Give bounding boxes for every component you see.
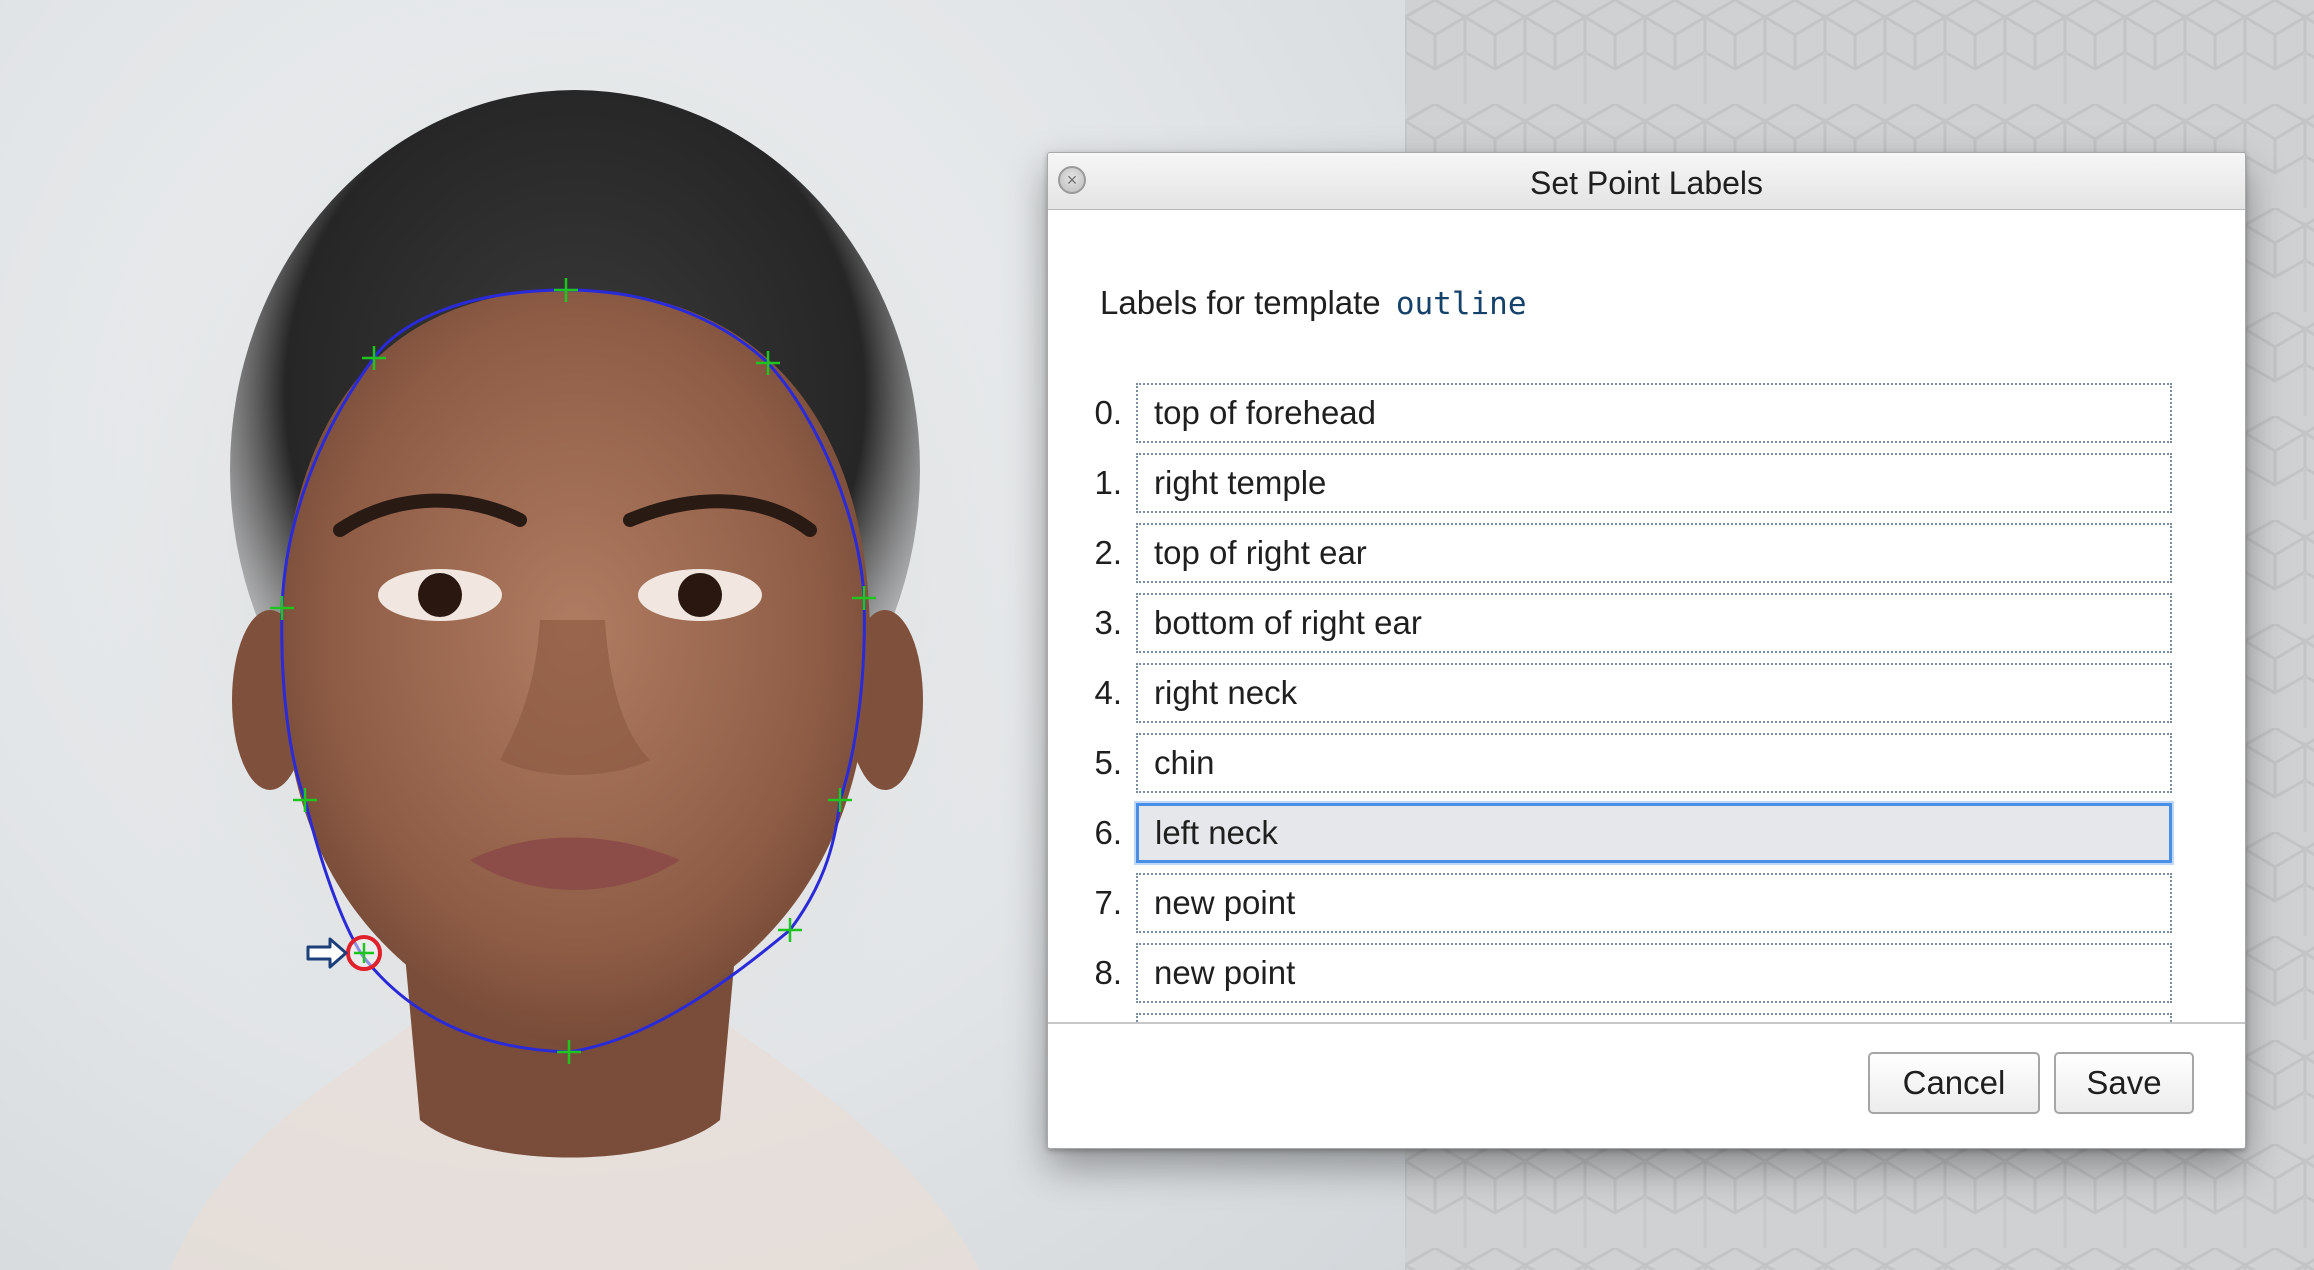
close-icon[interactable]: × [1058,166,1086,194]
label-input[interactable] [1136,383,2172,443]
labels-list[interactable]: 0. 1. 2. 3. 4. 5. [1084,378,2214,1023]
label-index: 7. [1094,884,1122,921]
label-index: 2. [1094,534,1122,571]
label-input[interactable] [1136,593,2172,653]
dialog-title: Set Point Labels [1529,164,1764,201]
label-input[interactable] [1136,873,2172,933]
template-name: outline [1395,286,1527,322]
set-point-labels-dialog: × Set Point Labels Labels for template o… [1047,152,2246,1149]
label-input[interactable] [1136,453,2172,513]
label-row: 2. [1084,518,2214,588]
label-row: 7. [1084,868,2214,938]
labels-heading: Labels for template outline [1100,284,2175,322]
label-index: 8. [1094,954,1122,991]
label-row: 8. [1084,938,2214,1008]
label-index: 4. [1094,674,1122,711]
heading-text: Labels for template [1100,284,1381,321]
app-window: × Set Point Labels Labels for template o… [0,0,2314,1270]
label-row-partial [1084,1008,2214,1023]
label-index: 5. [1094,744,1122,781]
label-input[interactable] [1136,733,2172,793]
dialog-body: Labels for template outline [1048,284,2245,322]
label-input[interactable] [1136,943,2172,1003]
label-input[interactable] [1136,523,2172,583]
dialog-footer: Cancel Save [1048,1022,2245,1148]
label-input-focused[interactable] [1136,803,2172,863]
cancel-button[interactable]: Cancel [1868,1052,2040,1114]
label-row: 1. [1084,448,2214,518]
save-button[interactable]: Save [2054,1052,2194,1114]
label-index: 0. [1094,394,1122,431]
label-index: 6. [1094,814,1122,851]
label-row: 6. [1084,798,2214,868]
selected-point-marker[interactable] [346,935,382,971]
label-row: 5. [1084,728,2214,798]
label-row: 0. [1084,378,2214,448]
label-index: 3. [1094,604,1122,641]
label-row: 4. [1084,658,2214,728]
label-input[interactable] [1136,663,2172,723]
label-row: 3. [1084,588,2214,658]
label-index: 1. [1094,464,1122,501]
dialog-titlebar: × Set Point Labels [1048,153,2245,210]
